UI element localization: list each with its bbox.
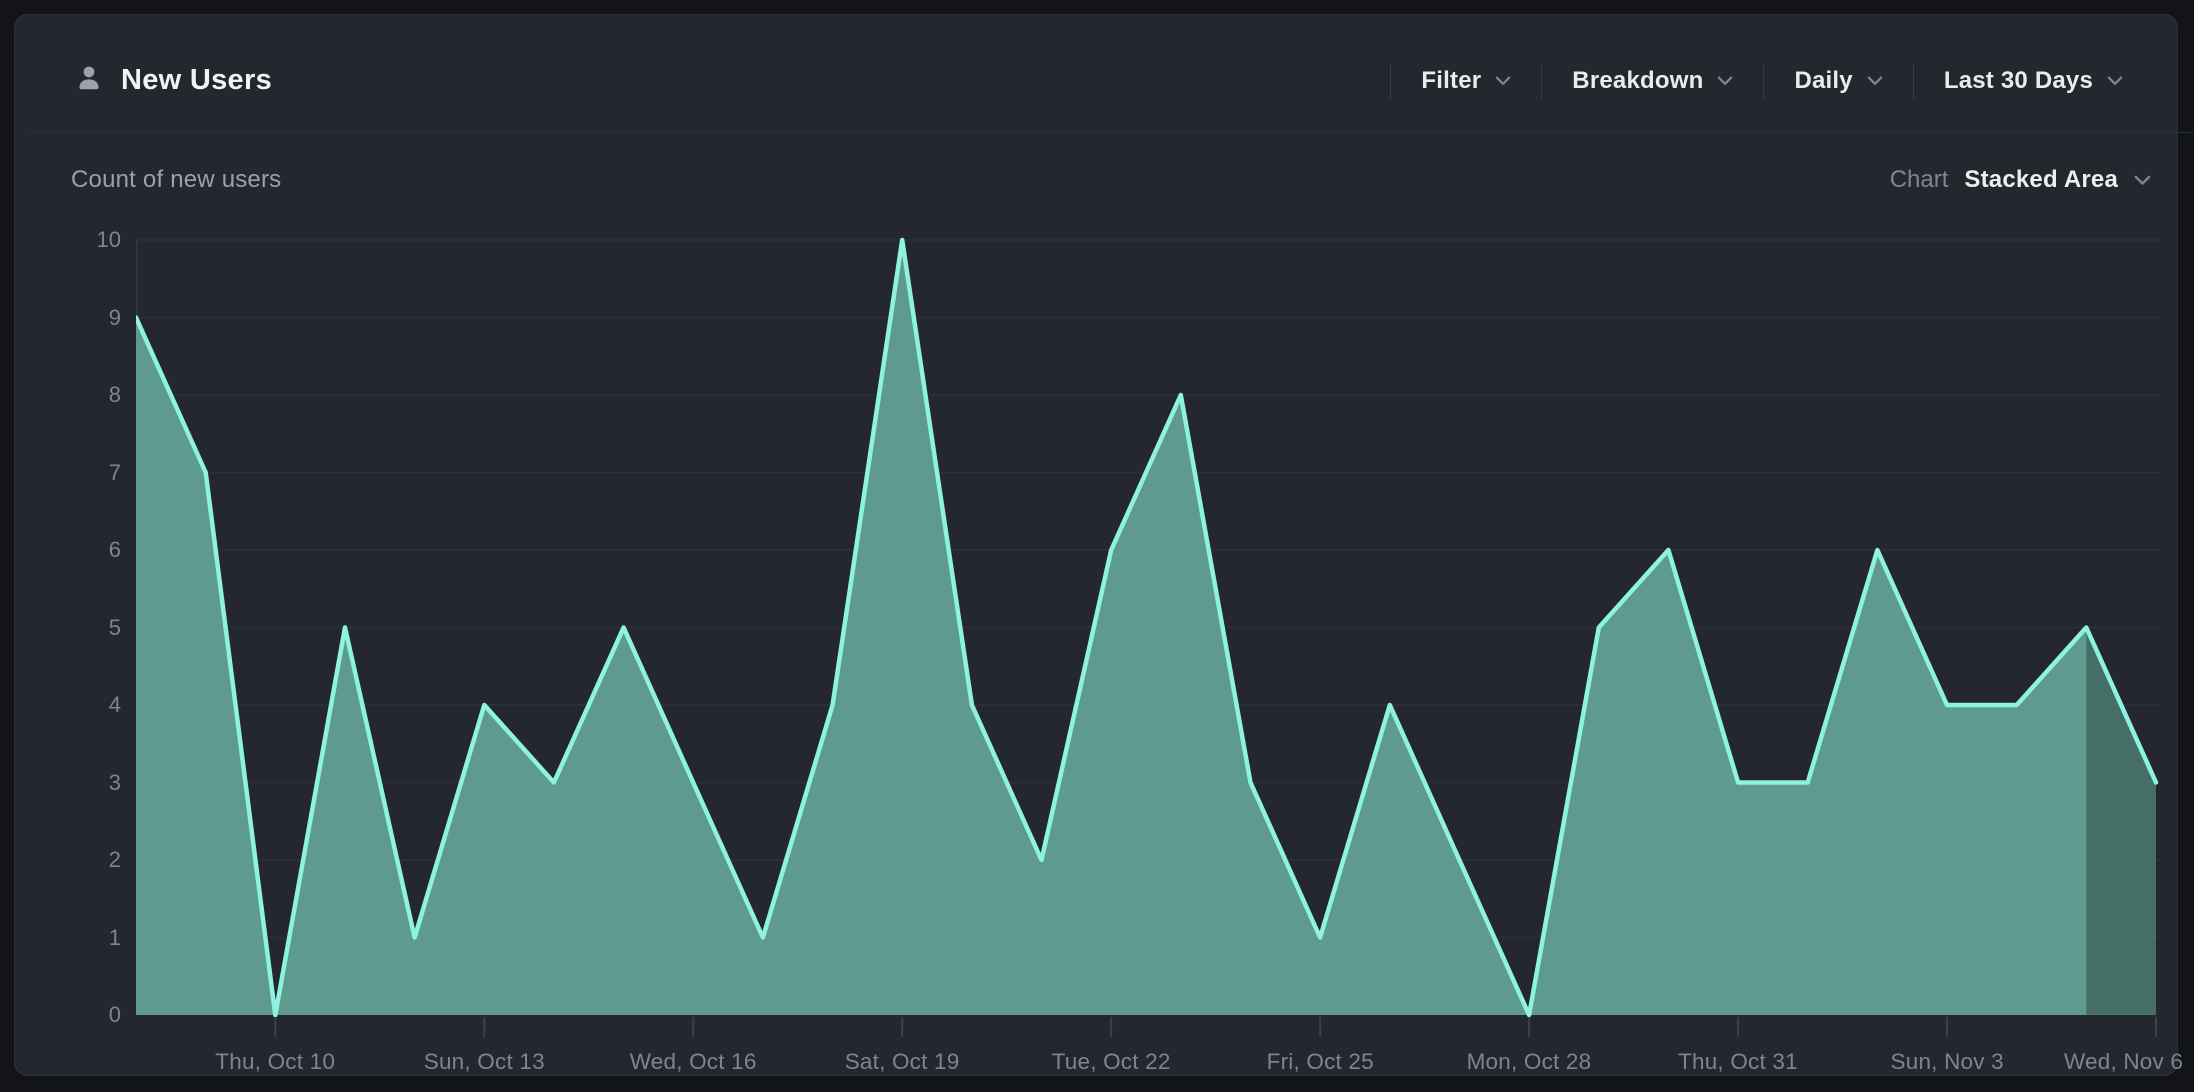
y-axis-label: 10 xyxy=(45,225,121,255)
user-icon xyxy=(75,64,103,97)
chart-type-value: Stacked Area xyxy=(1964,166,2118,194)
control-label: Breakdown xyxy=(1572,67,1703,95)
y-axis-label: 3 xyxy=(45,768,121,798)
control-label: Filter xyxy=(1421,67,1481,95)
chevron-down-icon xyxy=(1717,76,1733,86)
chevron-down-icon xyxy=(2134,175,2151,186)
y-axis-label: 8 xyxy=(45,380,121,410)
control-label: Last 30 Days xyxy=(1944,67,2093,95)
x-axis-label: Sat, Oct 19 xyxy=(845,1047,960,1077)
x-axis-label: Mon, Oct 28 xyxy=(1467,1047,1592,1077)
x-axis-label: Wed, Nov 6 xyxy=(2064,1047,2183,1077)
x-axis-label: Thu, Oct 10 xyxy=(215,1047,335,1077)
control-dropdown-filter[interactable]: Filter xyxy=(1391,67,1541,95)
x-axis-label: Wed, Oct 16 xyxy=(630,1047,757,1077)
control-dropdown-breakdown[interactable]: Breakdown xyxy=(1542,67,1763,95)
y-axis-label: 5 xyxy=(45,613,121,643)
y-axis-label: 0 xyxy=(45,1000,121,1030)
chevron-down-icon xyxy=(1867,76,1883,86)
y-axis-label: 9 xyxy=(45,303,121,333)
new-users-card: New Users Filter Breakdown Daily Last 30 Da… xyxy=(14,14,2178,1076)
metric-label: Count of new users xyxy=(71,166,281,194)
x-axis-label: Sun, Oct 13 xyxy=(424,1047,545,1077)
x-axis-label: Thu, Oct 31 xyxy=(1678,1047,1798,1077)
y-axis-label: 6 xyxy=(45,535,121,565)
y-axis-label: 1 xyxy=(45,923,121,953)
card-header: New Users Filter Breakdown Daily Last 30 Da… xyxy=(29,29,2193,133)
y-axis-label: 4 xyxy=(45,690,121,720)
chart-type-dropdown[interactable]: Chart Stacked Area xyxy=(1890,166,2151,194)
control-label: Daily xyxy=(1794,67,1852,95)
control-dropdown-last-30-days[interactable]: Last 30 Days xyxy=(1914,67,2153,95)
header-controls: Filter Breakdown Daily Last 30 Days xyxy=(1390,29,2193,132)
chevron-down-icon xyxy=(1495,76,1511,86)
x-axis-label: Sun, Nov 3 xyxy=(1891,1047,2004,1077)
chevron-down-icon xyxy=(2107,76,2123,86)
chart-type-caption: Chart xyxy=(1890,166,1949,194)
y-axis-label: 2 xyxy=(45,845,121,875)
area-chart xyxy=(136,215,2160,1041)
x-axis-label: Fri, Oct 25 xyxy=(1267,1047,1374,1077)
dimmed-last-segment xyxy=(2086,215,2156,1015)
page-title: New Users xyxy=(121,64,272,97)
x-axis-label: Tue, Oct 22 xyxy=(1052,1047,1171,1077)
y-axis-label: 7 xyxy=(45,458,121,488)
control-dropdown-daily[interactable]: Daily xyxy=(1764,67,1912,95)
